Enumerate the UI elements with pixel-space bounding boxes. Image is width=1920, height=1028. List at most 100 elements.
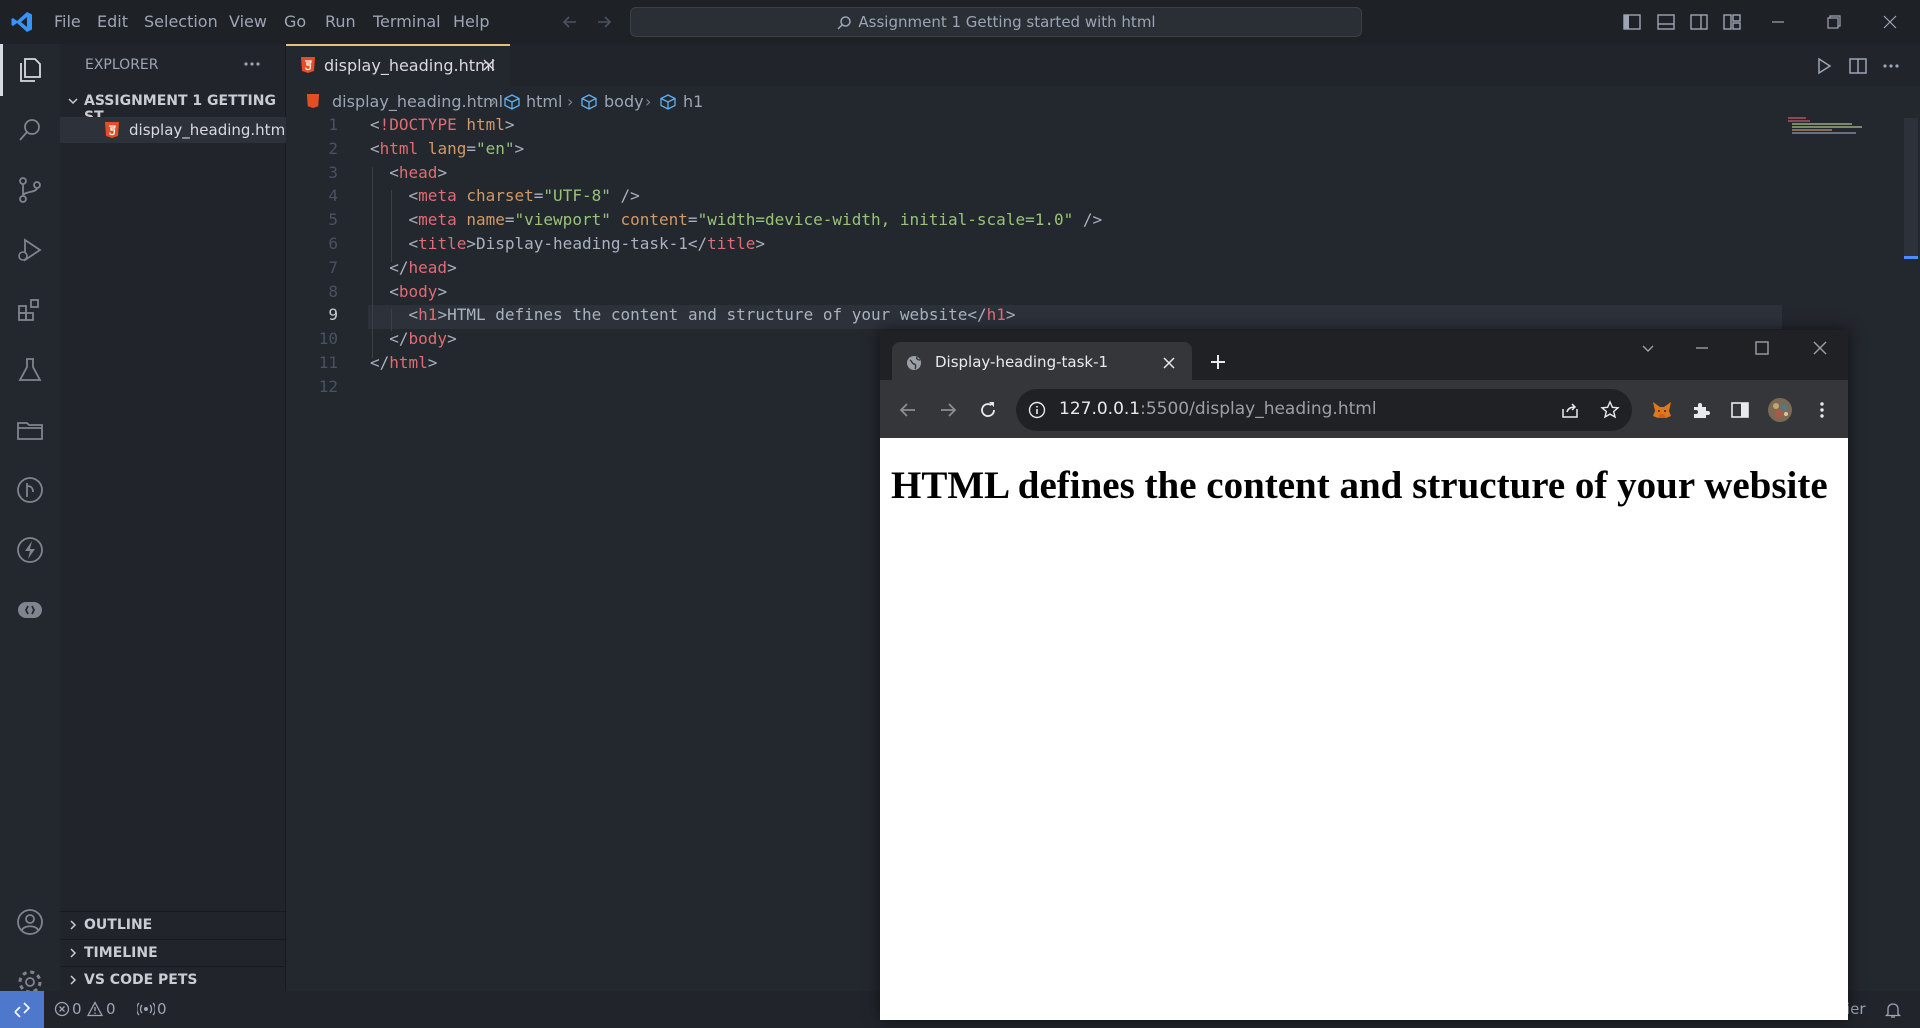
source-control-icon[interactable]: [0, 164, 60, 216]
vs-code-pets-label: VS CODE PETS: [84, 972, 198, 988]
line-number: 8: [328, 281, 338, 301]
browser-viewport: [880, 438, 1848, 1020]
code-line: <head>: [389, 162, 448, 182]
browser-back-icon[interactable]: [898, 400, 918, 420]
menu-edit[interactable]: Edit: [97, 0, 128, 44]
browser-tab[interactable]: Display-heading-task-1: [892, 342, 1192, 384]
close-tab-icon[interactable]: [1162, 356, 1176, 370]
line-number: 12: [318, 376, 338, 396]
command-center-search[interactable]: Assignment 1 Getting started with html: [630, 7, 1362, 37]
error-count[interactable]: 0: [72, 1000, 82, 1018]
line-number: 1: [328, 115, 338, 134]
browser-reload-icon[interactable]: [978, 400, 998, 420]
outline-section[interactable]: OUTLINE: [60, 911, 286, 937]
workspace-folder[interactable]: ASSIGNMENT 1 GETTING ST...: [60, 89, 286, 125]
address-bar[interactable]: 127.0.0.1:5500/display_heading.html: [1016, 389, 1632, 431]
menu-run[interactable]: Run: [325, 0, 356, 44]
line-number: 3: [328, 162, 338, 182]
minimap[interactable]: [1788, 116, 1868, 138]
outline-label: OUTLINE: [84, 917, 153, 933]
side-panel-icon[interactable]: [1730, 400, 1750, 420]
close-tab-icon[interactable]: [482, 58, 496, 72]
code-line: </head>: [389, 257, 457, 277]
extensions-puzzle-icon[interactable]: [1691, 400, 1711, 420]
folder-icon[interactable]: [0, 404, 60, 456]
line-number: 6: [328, 234, 338, 253]
chevron-right-icon: [66, 973, 80, 987]
testing-flask-icon[interactable]: [0, 344, 60, 396]
menu-terminal[interactable]: Terminal: [373, 0, 441, 44]
file-item-display-heading[interactable]: display_heading.html: [60, 117, 289, 143]
breadcrumb-file[interactable]: display_heading.html: [332, 92, 503, 111]
forward-arrow-icon[interactable]: [594, 12, 614, 32]
code-line: <!DOCTYPE html>: [370, 115, 515, 134]
vs-code-pets-section[interactable]: VS CODE PETS: [60, 966, 286, 992]
site-info-icon[interactable]: [1028, 401, 1046, 419]
share-icon[interactable]: [1560, 400, 1580, 420]
menu-view[interactable]: View: [229, 0, 267, 44]
line-number: 5: [328, 210, 338, 230]
menu-go[interactable]: Go: [284, 0, 306, 44]
extensions-icon[interactable]: [0, 284, 60, 336]
formatter-status[interactable]: ier: [1846, 1000, 1866, 1018]
account-icon[interactable]: [0, 896, 60, 948]
menu-selection[interactable]: Selection: [144, 0, 218, 44]
new-tab-plus-icon[interactable]: [1208, 352, 1228, 372]
bookmark-star-icon[interactable]: [1600, 400, 1620, 420]
error-icon: [54, 1001, 70, 1017]
breadcrumb-h1[interactable]: h1: [683, 92, 703, 111]
ports-count[interactable]: 0: [157, 1000, 167, 1018]
breadcrumb-html[interactable]: html: [526, 92, 562, 111]
page-heading: HTML defines the content and structure o…: [891, 464, 1828, 507]
title-bar: File Edit Selection View Go Run Terminal…: [0, 0, 1920, 44]
split-editor-icon[interactable]: [1848, 56, 1868, 76]
browser-maximize-icon[interactable]: [1754, 340, 1770, 356]
browser-menu-kebab-icon[interactable]: [1812, 400, 1832, 420]
code-line: </html>: [370, 353, 438, 372]
restore-window-icon[interactable]: [1806, 0, 1862, 44]
more-actions-icon[interactable]: [242, 54, 262, 74]
browser-forward-icon[interactable]: [938, 400, 958, 420]
notifications-bell-icon[interactable]: [1884, 1001, 1902, 1019]
browser-minimize-icon[interactable]: [1694, 340, 1710, 356]
explorer-icon[interactable]: [0, 44, 60, 96]
url-host: 127.0.0.1: [1059, 399, 1141, 419]
editor-more-actions-icon[interactable]: [1881, 56, 1901, 76]
live-share-icon[interactable]: [0, 584, 60, 636]
toggle-panel-icon[interactable]: [1656, 12, 1676, 32]
browser-tab-title: Display-heading-task-1: [935, 353, 1109, 371]
code-line: </body>: [389, 329, 457, 349]
ports-broadcast-icon: [137, 1001, 155, 1017]
menu-file[interactable]: File: [54, 0, 81, 44]
chevron-right-icon: ›: [645, 92, 652, 111]
line-number: 4: [328, 186, 338, 206]
toggle-primary-sidebar-icon[interactable]: [1622, 12, 1642, 32]
menu-help[interactable]: Help: [453, 0, 489, 44]
browser-close-icon[interactable]: [1812, 340, 1828, 356]
warning-count[interactable]: 0: [106, 1000, 116, 1018]
remote-indicator[interactable]: [0, 991, 44, 1028]
tab-search-chevron-icon[interactable]: [1640, 340, 1656, 356]
code-line: <meta charset="UTF-8" />: [408, 186, 640, 206]
run-and-debug-icon[interactable]: [0, 224, 60, 276]
html5-file-icon: [300, 56, 316, 74]
scrollbar[interactable]: [1904, 118, 1918, 258]
search-icon[interactable]: [0, 104, 60, 156]
thunder-client-icon[interactable]: [0, 524, 60, 576]
toggle-secondary-sidebar-icon[interactable]: [1689, 12, 1709, 32]
breadcrumb-body[interactable]: body: [604, 92, 644, 111]
customize-layout-icon[interactable]: [1722, 12, 1742, 32]
back-arrow-icon[interactable]: [560, 12, 580, 32]
chevron-down-icon: [66, 94, 80, 108]
symbol-element-icon: [581, 94, 597, 110]
git-graph-icon[interactable]: [0, 464, 60, 516]
activity-bar: [0, 44, 60, 994]
profile-avatar[interactable]: [1767, 397, 1793, 423]
timeline-section[interactable]: TIMELINE: [60, 939, 286, 965]
chevron-right-icon: ›: [490, 92, 497, 111]
minimize-window-icon[interactable]: [1750, 0, 1806, 44]
run-play-icon[interactable]: [1814, 56, 1834, 76]
close-window-icon[interactable]: [1862, 0, 1918, 44]
metamask-fox-icon[interactable]: [1651, 399, 1673, 421]
editor-tab-display-heading[interactable]: display_heading.html: [286, 44, 510, 86]
